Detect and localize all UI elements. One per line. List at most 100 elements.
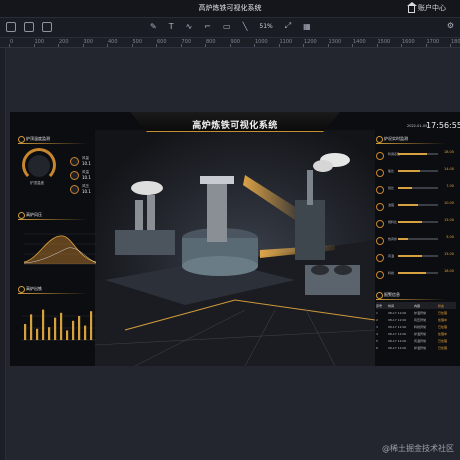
ruler-tick: 1200 xyxy=(304,39,317,45)
ruler-tick: 900 xyxy=(230,39,241,45)
ruler-mark xyxy=(156,44,157,47)
ruler-mark xyxy=(107,44,108,47)
iron-output-bar-chart xyxy=(22,309,96,341)
layers-icon[interactable] xyxy=(24,22,34,32)
line-icon[interactable]: ╲ xyxy=(243,22,248,31)
pressure-area-chart xyxy=(23,233,97,265)
table-row: 4 08-17 12:00 炉温异常 处理中 xyxy=(376,331,448,336)
metric-bar xyxy=(398,204,438,206)
factory-3d-scene xyxy=(94,130,376,366)
table-row: 3 08-17 12:00 料线异常 已处理 xyxy=(376,324,448,329)
monitor-row: 风温 15.00 xyxy=(374,252,458,266)
monitor-row: 煤比 7.00 xyxy=(374,184,458,198)
ruler-mark xyxy=(82,44,84,47)
metric-value: 18.00 xyxy=(443,150,454,154)
ruler-tick: 1700 xyxy=(426,39,440,45)
stat-icon xyxy=(70,185,79,194)
metric-value: 15.00 xyxy=(443,218,454,222)
ruler-mark xyxy=(401,44,402,47)
rect-icon[interactable]: ▭ xyxy=(223,22,231,31)
metric-icon xyxy=(376,220,384,228)
monitor-row: 燃料比 15.00 xyxy=(374,218,458,232)
gauge-center xyxy=(28,155,50,177)
ruler-mark xyxy=(327,44,329,47)
fit-icon[interactable]: ⤢ xyxy=(285,21,291,31)
zoom-level[interactable]: 51% xyxy=(259,23,272,30)
ruler-tick: 300 xyxy=(83,39,94,45)
metric-icon xyxy=(376,237,384,245)
ruler-tick: 600 xyxy=(157,39,167,45)
settings-icon[interactable]: ⚙ xyxy=(447,21,454,30)
table-row: 1 08-17 12:00 炉温异常 已处理 xyxy=(376,310,448,315)
stat-item: 风压 10.1 xyxy=(70,184,91,195)
metric-bar xyxy=(398,153,438,155)
grid-icon[interactable]: ▦ xyxy=(303,22,311,31)
dashboard-time: 17:56:55 xyxy=(426,121,460,130)
toolbar-center: ✎ T ∿ ⌐ ▭ ╲ 51% ⤢ ▦ xyxy=(150,21,311,31)
bar xyxy=(48,327,51,340)
metric-value: 18.00 xyxy=(443,269,454,273)
metric-bar xyxy=(398,255,438,257)
home-icon xyxy=(407,1,417,13)
bar xyxy=(42,309,45,340)
dashboard-preview[interactable]: 高炉炼铁可视化系统 2022-01-05 17:56:55 炉顶温度监测 炉顶温… xyxy=(10,112,460,366)
metric-value: 14.00 xyxy=(443,167,454,171)
metric-bar xyxy=(398,170,438,172)
pen-icon[interactable]: ✎ xyxy=(150,22,157,31)
ruler-mark xyxy=(254,44,255,47)
ruler-mark xyxy=(9,44,10,47)
dashboard-date: 2022-01-05 xyxy=(407,124,428,128)
stat-item: 风温 10.1 xyxy=(70,170,91,181)
table-row: 6 08-17 12:00 炉温异常 已处理 xyxy=(376,345,448,350)
metric-value: 10.00 xyxy=(443,201,454,205)
metric-label: 热风炉 xyxy=(388,237,398,241)
ruler-tick: 0 xyxy=(10,39,14,45)
table-row: 5 08-17 12:00 风温异常 已处理 xyxy=(376,338,448,343)
gauge-label: 炉顶温度 xyxy=(30,181,44,185)
metric-bar xyxy=(398,187,438,189)
stat-icon xyxy=(70,157,79,166)
monitor-panel-title: 炉况实时监测 xyxy=(376,136,446,144)
ruler-tick: 1500 xyxy=(377,39,391,45)
monitor-row: 利用系数 18.00 xyxy=(374,150,458,164)
toolbar-left xyxy=(6,22,52,32)
ruler-mark xyxy=(58,44,59,47)
ruler-mark xyxy=(303,44,304,47)
connector-icon[interactable]: ⌐ xyxy=(204,22,211,31)
bar xyxy=(36,328,39,340)
editor-app: 高炉炼铁可视化系统 账户中心 ✎ T ∿ ⌐ ▭ ╲ 51% ⤢ ▦ ⚙ 0 10… xyxy=(0,0,460,460)
bar xyxy=(54,317,57,340)
metric-value: 7.00 xyxy=(446,184,454,188)
table-row: 2 08-17 12:00 风压异常 处理中 xyxy=(376,317,448,322)
alarm-panel-title: 报警信息 xyxy=(376,292,446,300)
account-center-button[interactable]: 账户中心 xyxy=(407,1,446,13)
metric-icon xyxy=(376,254,384,262)
undo-icon[interactable] xyxy=(42,22,52,32)
top-bar: 高炉炼铁可视化系统 账户中心 xyxy=(0,0,460,18)
metric-value: 15.00 xyxy=(443,252,454,256)
metric-icon xyxy=(376,169,384,177)
monitor-row: 料线 18.00 xyxy=(374,269,458,283)
ruler-tick: 500 xyxy=(132,39,143,45)
gauge-panel-title: 炉顶温度监测 xyxy=(18,136,88,144)
curve-icon[interactable]: ∿ xyxy=(186,22,193,31)
ruler-tick: 1000 xyxy=(255,39,268,45)
ruler-mark xyxy=(425,44,427,47)
menu-icon[interactable] xyxy=(6,22,16,32)
ruler-tick: 100 xyxy=(34,39,45,45)
ruler-mark xyxy=(229,44,231,47)
metric-icon xyxy=(376,152,384,160)
bar xyxy=(90,311,93,340)
metric-icon xyxy=(376,186,384,194)
bar-panel-title: 高炉出铁 xyxy=(18,286,88,294)
ruler-tick: 1400 xyxy=(353,39,366,45)
metric-value: 5.00 xyxy=(446,235,454,239)
bar xyxy=(72,320,75,340)
bar xyxy=(60,312,63,340)
dashboard-title: 高炉炼铁可视化系统 xyxy=(192,121,278,131)
bar xyxy=(30,314,33,340)
text-icon[interactable]: T xyxy=(169,22,174,31)
metric-label: 料线 xyxy=(388,271,395,275)
ruler-mark xyxy=(205,44,206,47)
ruler-tick: 1100 xyxy=(279,39,293,45)
